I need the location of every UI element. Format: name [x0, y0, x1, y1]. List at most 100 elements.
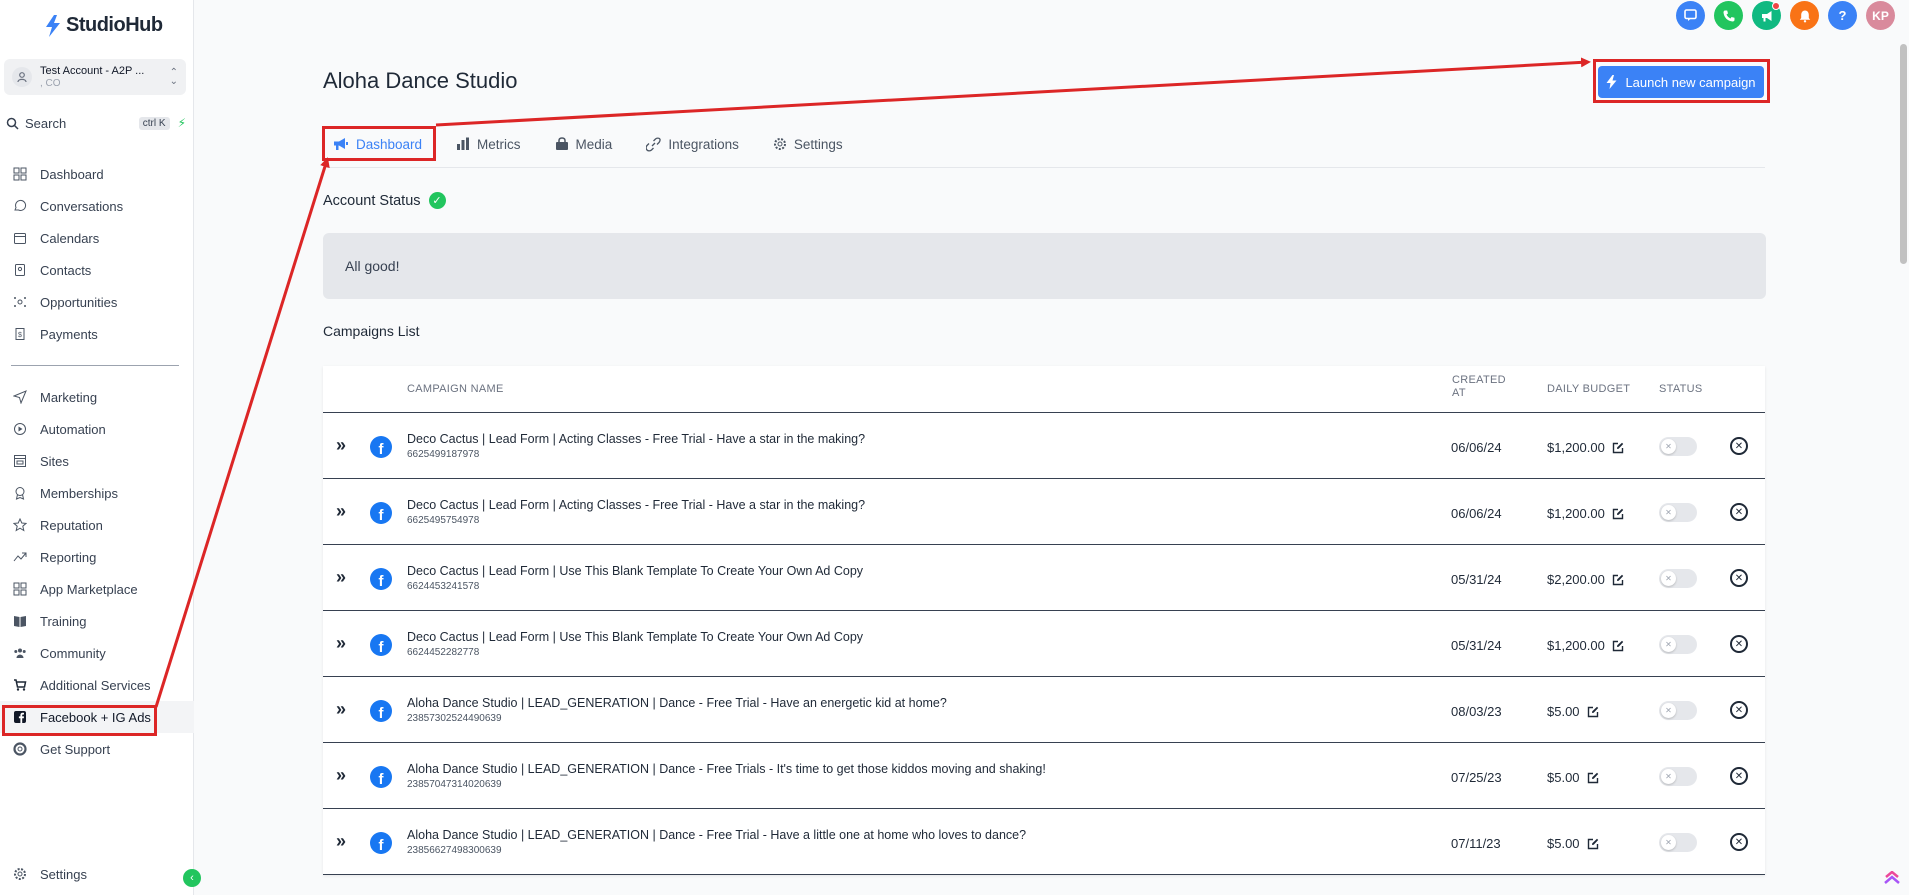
sidebar-item-opportunities[interactable]: Opportunities: [0, 286, 194, 318]
delete-campaign-icon[interactable]: ✕: [1730, 767, 1748, 785]
tab-integrations[interactable]: Integrations: [636, 130, 749, 158]
edit-icon[interactable]: [1587, 772, 1599, 784]
facebook-icon: f: [370, 634, 392, 656]
sidebar-item-sites[interactable]: Sites: [0, 445, 194, 477]
membership-icon: [12, 485, 28, 501]
expand-row-icon[interactable]: »: [336, 831, 346, 852]
sidebar-item-label: Opportunities: [40, 294, 118, 310]
delete-campaign-icon[interactable]: ✕: [1730, 701, 1748, 719]
expand-row-icon[interactable]: »: [336, 633, 346, 654]
sidebar-item-label: Calendars: [40, 230, 100, 246]
app-logo[interactable]: StudioHub: [44, 14, 163, 37]
sidebar-item-reporting[interactable]: Reporting: [0, 541, 194, 573]
facebook-icon: f: [370, 766, 392, 788]
sidebar-item-conversations[interactable]: Conversations: [0, 190, 194, 222]
sidebar-item-automation[interactable]: Automation: [0, 413, 194, 445]
chat-widget-button[interactable]: [1676, 1, 1705, 30]
sidebar-item-community[interactable]: Community: [0, 637, 194, 669]
sidebar-item-memberships[interactable]: Memberships: [0, 477, 194, 509]
account-location: , CO: [40, 77, 61, 89]
sidebar-item-training[interactable]: Training: [0, 605, 194, 637]
delete-campaign-icon[interactable]: ✕: [1730, 503, 1748, 521]
sidebar-item-app-marketplace[interactable]: App Marketplace: [0, 573, 194, 605]
budget-value: $5.00: [1547, 770, 1580, 785]
notifications-button[interactable]: [1790, 1, 1819, 30]
sidebar-divider: [11, 365, 179, 366]
status-toggle[interactable]: ✕: [1659, 569, 1697, 588]
expand-row-icon[interactable]: »: [336, 501, 346, 522]
extension-logo-icon[interactable]: [1883, 871, 1901, 889]
expand-row-icon[interactable]: »: [336, 699, 346, 720]
search-shortcut: ctrl K: [138, 116, 170, 130]
sidebar-item-calendars[interactable]: Calendars: [0, 222, 194, 254]
apps-icon: [12, 581, 28, 597]
user-icon: [12, 67, 32, 87]
avatar[interactable]: KP: [1866, 1, 1895, 30]
tab-label: Settings: [793, 136, 843, 152]
announcements-button[interactable]: [1752, 1, 1781, 30]
sidebar-item-settings[interactable]: Settings: [12, 866, 87, 882]
table-row[interactable]: » f Aloha Dance Studio | LEAD_GENERATION…: [323, 677, 1765, 743]
facebook-icon: f: [370, 700, 392, 722]
created-date: 06/06/24: [1451, 440, 1502, 455]
table-row[interactable]: » f Deco Cactus | Lead Form | Use This B…: [323, 545, 1765, 611]
col-status[interactable]: STATUS: [1659, 383, 1703, 396]
edit-icon[interactable]: [1587, 706, 1599, 718]
table-row[interactable]: » f Deco Cactus | Lead Form | Use This B…: [323, 611, 1765, 677]
sidebar-item-payments[interactable]: $ Payments: [0, 318, 194, 350]
created-date: 06/06/24: [1451, 506, 1502, 521]
table-row[interactable]: » f Deco Cactus | Lead Form | Acting Cla…: [323, 479, 1765, 545]
status-toggle[interactable]: ✕: [1659, 437, 1697, 456]
sidebar-item-dashboard[interactable]: Dashboard: [0, 158, 194, 190]
expand-row-icon[interactable]: »: [336, 765, 346, 786]
table-row[interactable]: » f Aloha Dance Studio | LEAD_GENERATION…: [323, 743, 1765, 809]
expand-row-icon[interactable]: »: [336, 567, 346, 588]
phone-button[interactable]: [1714, 1, 1743, 30]
status-toggle[interactable]: ✕: [1659, 701, 1697, 720]
campaigns-table: CAMPAIGN NAME CREATED AT DAILY BUDGET STA…: [323, 366, 1765, 875]
edit-icon[interactable]: [1612, 640, 1624, 652]
gear-icon: [773, 138, 786, 150]
expand-row-icon[interactable]: »: [336, 435, 346, 456]
page-scrollbar[interactable]: [1897, 44, 1909, 866]
status-toggle[interactable]: ✕: [1659, 635, 1697, 654]
edit-icon[interactable]: [1612, 508, 1624, 520]
delete-campaign-icon[interactable]: ✕: [1730, 635, 1748, 653]
status-toggle[interactable]: ✕: [1659, 833, 1697, 852]
campaign-name: Deco Cactus | Lead Form | Use This Blank…: [407, 630, 864, 644]
edit-icon[interactable]: [1612, 574, 1624, 586]
tab-media[interactable]: Media: [545, 130, 623, 158]
col-created-at[interactable]: CREATED AT: [1452, 374, 1506, 399]
search-bar[interactable]: Search ctrl K ⚡: [6, 113, 186, 133]
close-icon: ✕: [1661, 571, 1676, 586]
col-daily-budget[interactable]: DAILY BUDGET: [1547, 383, 1630, 396]
delete-campaign-icon[interactable]: ✕: [1730, 437, 1748, 455]
collapse-sidebar-button[interactable]: ‹: [183, 869, 201, 887]
col-campaign-name[interactable]: CAMPAIGN NAME: [407, 383, 504, 396]
sidebar-item-label: Training: [40, 613, 87, 629]
status-toggle[interactable]: ✕: [1659, 503, 1697, 522]
tab-metrics[interactable]: Metrics: [446, 130, 531, 158]
help-button[interactable]: ?: [1828, 1, 1857, 30]
help-icon: ?: [1838, 8, 1847, 23]
sidebar-item-contacts[interactable]: Contacts: [0, 254, 194, 286]
tab-settings[interactable]: Settings: [763, 130, 853, 158]
status-toggle[interactable]: ✕: [1659, 767, 1697, 786]
sidebar-item-get-support[interactable]: Get Support: [0, 733, 194, 765]
table-row[interactable]: » f Aloha Dance Studio | LEAD_GENERATION…: [323, 809, 1765, 875]
table-row[interactable]: » f Deco Cactus | Lead Form | Acting Cla…: [323, 413, 1765, 479]
campaign-id: 23857047314020639: [407, 779, 502, 790]
sidebar-item-label: Community: [40, 645, 106, 661]
account-switcher[interactable]: Test Account - A2P ... , CO ⌃ ⌄: [4, 59, 186, 95]
budget-value: $1,200.00: [1547, 440, 1605, 455]
sidebar-item-reputation[interactable]: Reputation: [0, 509, 194, 541]
delete-campaign-icon[interactable]: ✕: [1730, 833, 1748, 851]
edit-icon[interactable]: [1587, 838, 1599, 850]
sidebar-item-additional-services[interactable]: Additional Services: [0, 669, 194, 701]
edit-icon[interactable]: [1612, 442, 1624, 454]
delete-campaign-icon[interactable]: ✕: [1730, 569, 1748, 587]
sidebar-item-marketing[interactable]: Marketing: [0, 381, 194, 413]
quick-action-icon[interactable]: ⚡: [178, 116, 186, 130]
scrollbar-thumb[interactable]: [1900, 44, 1907, 264]
book-icon: [12, 613, 28, 629]
